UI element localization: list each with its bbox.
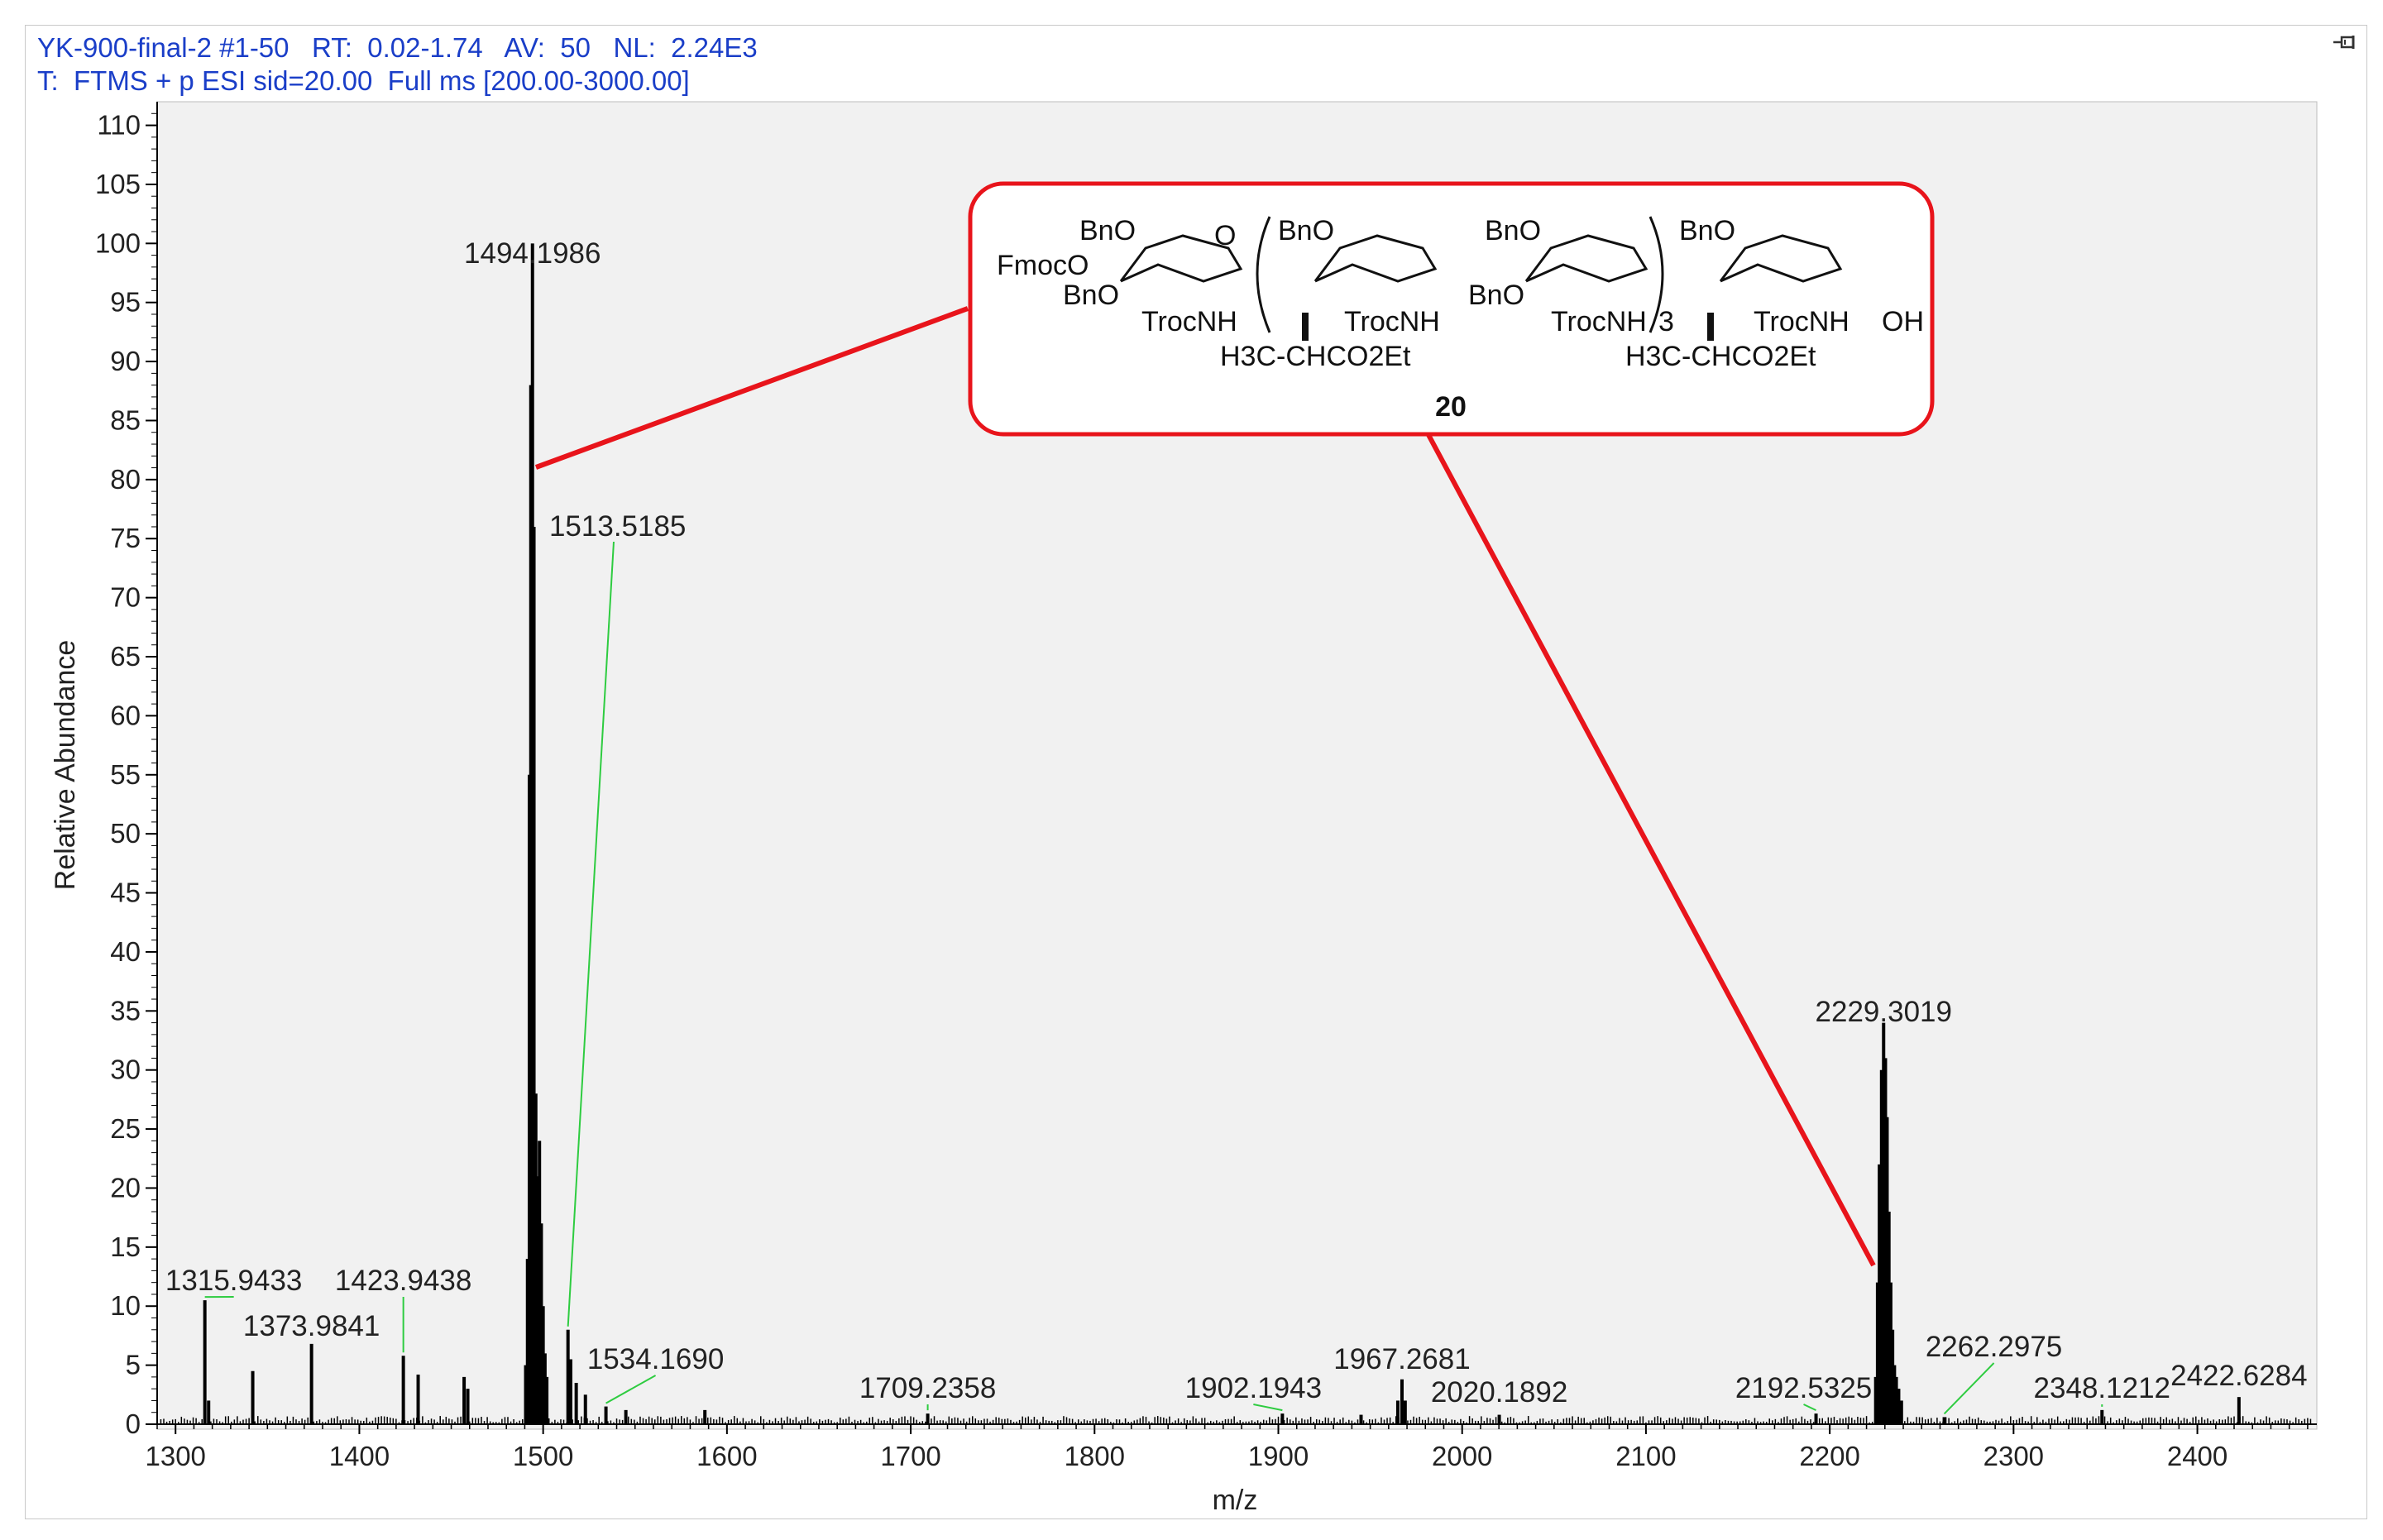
lactyl-label-2: H3C-CHCO2Et [1625, 341, 1816, 372]
peak-label: 1315.9433 [165, 1265, 302, 1297]
x-tick-label: 1700 [880, 1441, 940, 1471]
y-tick-label: 30 [110, 1055, 141, 1085]
y-tick-label: 40 [110, 936, 141, 967]
peak-label: 1513.5185 [549, 510, 686, 543]
fmoco-label: FmocO [997, 250, 1089, 281]
x-tick-label: 2400 [2167, 1441, 2227, 1471]
y-tick-label: 110 [97, 110, 141, 141]
oh-label: OH [1882, 306, 1924, 337]
peak-label: 1709.2358 [859, 1372, 996, 1404]
trocnh-label-4: TrocNH [1754, 306, 1849, 337]
bno-label-3: BnO [1278, 215, 1334, 246]
x-tick-label: 2300 [1983, 1441, 2044, 1471]
y-tick-label: 75 [110, 523, 141, 553]
y-tick-label: 50 [110, 818, 141, 849]
y-tick-label: 85 [110, 404, 141, 435]
x-tick-label: 2200 [1799, 1441, 1859, 1471]
x-tick-label: 1900 [1248, 1441, 1309, 1471]
y-tick-label: 35 [110, 995, 141, 1026]
bno-label-2: BnO [1063, 280, 1119, 311]
x-tick-label: 1800 [1065, 1441, 1125, 1471]
x-axis-title: m/z [1213, 1485, 1258, 1516]
bno-label-1: BnO [1079, 215, 1136, 246]
x-tick-label: 1600 [696, 1441, 757, 1471]
y-tick-label: 65 [110, 641, 141, 672]
y-tick-label: 95 [110, 287, 141, 318]
peak-label: 1967.2681 [1333, 1343, 1470, 1375]
y-tick-label: 70 [110, 582, 141, 613]
peak-label: 2422.6284 [2170, 1360, 2307, 1392]
y-tick-label: 20 [110, 1172, 141, 1203]
y-tick-label: 10 [110, 1290, 141, 1321]
trocnh-label-2: TrocNH [1344, 306, 1440, 337]
y-tick-label: 60 [110, 700, 141, 730]
y-tick-label: 5 [126, 1350, 141, 1380]
y-tick-label: 105 [95, 169, 141, 199]
peak-label: 2192.5325 [1735, 1372, 1872, 1404]
x-tick-label: 2000 [1432, 1441, 1492, 1471]
x-tick-label: 1500 [513, 1441, 573, 1471]
y-tick-label: 25 [110, 1113, 141, 1144]
y-tick-label: 55 [110, 759, 141, 790]
peak-label: 2348.1212 [2034, 1372, 2170, 1404]
repeat-count: 3 [1658, 306, 1674, 337]
trocnh-label-1: TrocNH [1141, 306, 1237, 337]
peak-label: 1534.1690 [587, 1343, 724, 1375]
x-tick-label: 1300 [146, 1441, 206, 1471]
y-tick-label: 100 [95, 227, 141, 258]
peak-label: 2229.3019 [1816, 996, 1952, 1028]
y-tick-label: 15 [110, 1232, 141, 1262]
x-tick-label: 1400 [329, 1441, 390, 1471]
peak-label: 1902.1943 [1185, 1372, 1322, 1404]
y-tick-label: 80 [110, 464, 141, 495]
mass-spectrum-chart: 1300 1400 1500 1600 1700 1800 1900 2000 2100 2200… [50, 101, 2318, 1516]
structure-callout: FmocO BnO BnO BnO BnO BnO BnO O TrocNH T… [968, 181, 1935, 437]
compound-number: 20 [1435, 391, 1467, 423]
peak-label: 2262.2975 [1926, 1331, 2062, 1363]
bno-label-6: BnO [1679, 215, 1735, 246]
x-tick-label: 2100 [1615, 1441, 1676, 1471]
peak-label: 1373.9841 [243, 1310, 380, 1342]
peak-label: 1423.9438 [335, 1265, 471, 1297]
y-axis-title: Relative Abundance [50, 640, 81, 890]
y-tick-label: 90 [110, 346, 141, 376]
peak-label: 1494.1986 [464, 237, 601, 270]
bno-label-4: BnO [1485, 215, 1541, 246]
peak-label: 2020.1892 [1431, 1376, 1567, 1408]
ring-o-label: O [1214, 220, 1236, 251]
bno-label-5: BnO [1468, 280, 1524, 311]
y-tick-label: 45 [110, 878, 141, 908]
y-tick-label: 0 [126, 1408, 141, 1439]
lactyl-label-1: H3C-CHCO2Et [1220, 341, 1411, 372]
trocnh-label-3: TrocNH [1551, 306, 1647, 337]
